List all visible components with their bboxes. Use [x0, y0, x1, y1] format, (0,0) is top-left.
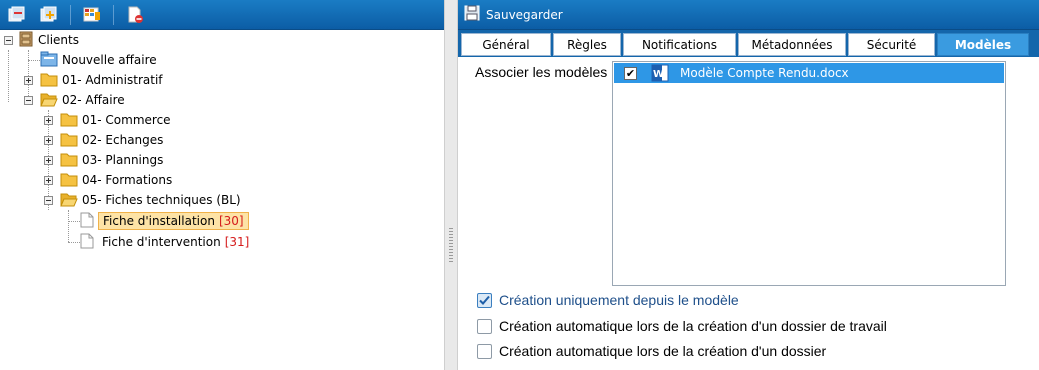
option-label: Création automatique lors de la création…: [499, 343, 827, 359]
tab-general[interactable]: Général: [461, 33, 551, 56]
tree-node-label: 04- Formations: [82, 173, 173, 187]
option-checkbox[interactable]: [477, 292, 492, 308]
expand-toggle[interactable]: [44, 156, 53, 165]
save-button[interactable]: Sauvegarder: [486, 8, 563, 22]
tree-node-label: 03- Plannings: [82, 153, 164, 167]
tree-toolbar: [0, 0, 444, 30]
properties-panel: Sauvegarder Général Règles Notifications…: [458, 0, 1039, 370]
tree-node-clients[interactable]: Clients: [18, 30, 79, 50]
option-label: Création uniquement depuis le modèle: [499, 292, 739, 308]
tree-node-plannings[interactable]: 03- Plannings: [60, 150, 163, 170]
tree-node-label: 02- Echanges: [82, 133, 164, 147]
add-folder-icon[interactable]: [38, 4, 60, 26]
tree-panel: Clients Nouvelle affaire 01- Administrat…: [0, 0, 444, 370]
word-document-icon: W: [651, 64, 669, 82]
grid-config-icon[interactable]: [81, 4, 103, 26]
tree-node-label: Fiche d'intervention: [102, 235, 221, 249]
expand-toggle[interactable]: [44, 196, 53, 205]
folder-icon: [60, 171, 78, 190]
tree-node-label: Nouvelle affaire: [62, 53, 157, 67]
option-checkbox[interactable]: [477, 343, 492, 359]
folder-open-icon: [60, 191, 78, 210]
models-listbox[interactable]: ✔ W Modèle Compte Rendu.docx: [612, 61, 1006, 286]
tree-node-label: Fiche d'installation: [103, 214, 215, 228]
tree-node-fiche-installation[interactable]: Fiche d'installation [30]: [80, 211, 249, 231]
folder-icon: [60, 131, 78, 150]
folder-icon: [40, 71, 58, 90]
option-creation-dossier-travail[interactable]: Création automatique lors de la création…: [477, 318, 887, 334]
tree-node-commerce[interactable]: 01- Commerce: [60, 110, 171, 130]
cabinet-icon: [18, 31, 34, 50]
tree-node-administratif[interactable]: 01- Administratif: [40, 70, 163, 90]
svg-text:W: W: [653, 69, 664, 80]
tree-node-fiche-intervention[interactable]: Fiche d'intervention [31]: [80, 232, 249, 252]
option-checkbox[interactable]: [477, 318, 492, 334]
expand-toggle[interactable]: [4, 36, 13, 45]
option-creation-dossier[interactable]: Création automatique lors de la création…: [477, 343, 826, 359]
tab-securite[interactable]: Sécurité: [848, 33, 935, 56]
option-creation-uniquement[interactable]: Création uniquement depuis le modèle: [477, 292, 739, 308]
item-count: [31]: [224, 235, 250, 249]
tab-bar: Général Règles Notifications Métadonnées…: [458, 30, 1039, 57]
list-item[interactable]: ✔ W Modèle Compte Rendu.docx: [614, 63, 1004, 83]
folder-open-icon: [40, 91, 58, 110]
tab-modeles[interactable]: Modèles: [937, 33, 1029, 56]
expand-toggle[interactable]: [24, 76, 33, 85]
tab-notifications[interactable]: Notifications: [623, 33, 736, 56]
item-count: [30]: [218, 214, 244, 228]
tree-node-label: 01- Administratif: [62, 73, 163, 87]
tree-node-label: 02- Affaire: [62, 93, 125, 107]
associate-models-label: Associer les modèles: [475, 64, 608, 80]
panel-splitter[interactable]: [444, 0, 458, 370]
toolbar-separator: [113, 4, 114, 25]
tree-node-fiches-techniques[interactable]: 05- Fiches techniques (BL): [60, 190, 241, 210]
folder-icon: [60, 111, 78, 130]
collapse-all-icon[interactable]: [6, 4, 28, 26]
folder-icon: [60, 151, 78, 170]
save-icon[interactable]: [464, 5, 480, 24]
toolbar-separator: [70, 4, 71, 25]
tree-node-echanges[interactable]: 02- Echanges: [60, 130, 163, 150]
tree-node-label: Clients: [38, 33, 79, 47]
tree-node-affaire[interactable]: 02- Affaire: [40, 90, 125, 110]
document-icon: [80, 233, 94, 252]
expand-toggle[interactable]: [24, 96, 33, 105]
tree-node-label: 01- Commerce: [82, 113, 171, 127]
expand-toggle[interactable]: [44, 116, 53, 125]
option-label: Création automatique lors de la création…: [499, 318, 887, 334]
model-checkbox[interactable]: ✔: [624, 66, 637, 80]
model-name: Modèle Compte Rendu.docx: [680, 66, 849, 80]
selected-node-highlight: Fiche d'installation [30]: [98, 212, 249, 230]
tree-node-label: 05- Fiches techniques (BL): [82, 193, 241, 207]
expand-toggle[interactable]: [44, 136, 53, 145]
drag-handle-icon[interactable]: [449, 228, 453, 264]
tree-node-nouvelle-affaire[interactable]: Nouvelle affaire: [40, 50, 157, 70]
document-icon: [80, 212, 94, 231]
tree-node-formations[interactable]: 04- Formations: [60, 170, 172, 190]
remove-document-icon[interactable]: [124, 4, 146, 26]
tab-regles[interactable]: Règles: [553, 33, 621, 56]
expand-toggle[interactable]: [44, 176, 53, 185]
new-folder-icon: [40, 51, 58, 70]
tab-metadonnees[interactable]: Métadonnées: [738, 33, 846, 56]
properties-toolbar: Sauvegarder: [458, 0, 1039, 30]
